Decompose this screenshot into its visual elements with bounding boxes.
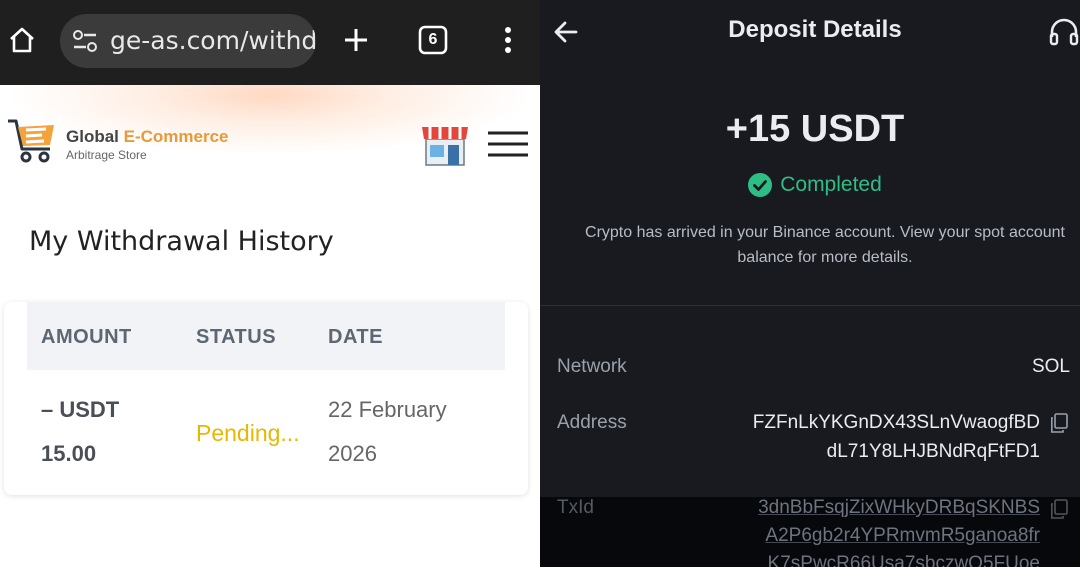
txid-link-line3[interactable]: K7sPwcR66Usa7sbczwO5FUoe xyxy=(768,553,1040,567)
date-year: 2026 xyxy=(328,441,377,466)
deposit-details-screen: Deposit Details +15 USDT Completed Crypt… xyxy=(540,0,1080,567)
browser-toolbar: ge-as.com/withd 6 xyxy=(0,0,540,85)
hamburger-menu-icon[interactable] xyxy=(488,130,528,158)
divider xyxy=(540,305,1080,306)
home-icon[interactable] xyxy=(4,22,40,58)
copy-address-icon[interactable] xyxy=(1050,413,1068,433)
table-header: AMOUNT STATUS DATE xyxy=(27,302,505,370)
address-bar[interactable]: ge-as.com/withd xyxy=(60,14,316,68)
copy-txid-icon[interactable] xyxy=(1050,499,1068,519)
deposit-amount: +15 USDT xyxy=(725,108,905,150)
new-tab-icon[interactable] xyxy=(338,22,374,58)
column-header-date: DATE xyxy=(328,326,383,348)
column-header-amount: AMOUNT xyxy=(41,326,132,348)
check-circle-icon xyxy=(748,173,773,197)
txid-link-line2[interactable]: A2P6gb2r4YPRmvmR5ganoa8fr xyxy=(765,525,1040,547)
status-text: Completed xyxy=(780,173,882,196)
network-label: Network xyxy=(557,356,627,377)
brand-tagline: Arbitrage Store xyxy=(66,148,147,162)
store-icon[interactable] xyxy=(420,121,470,167)
withdrawal-page: ge-as.com/withd 6 Global E-Commerce Arbi… xyxy=(0,0,540,567)
tab-switcher-button[interactable]: 6 xyxy=(416,23,450,57)
site-header: Global E-Commerce Arbitrage Store xyxy=(0,85,540,200)
history-title-card: My Withdrawal History xyxy=(5,200,528,297)
txid-label: TxId xyxy=(557,497,594,518)
network-value: SOL xyxy=(1031,356,1070,377)
amount-cell: – USDT xyxy=(41,397,120,422)
status-description: Crypto has arrived in your Binance accou… xyxy=(585,224,1065,266)
more-options-icon[interactable] xyxy=(496,22,520,58)
url-text[interactable]: ge-as.com/withd xyxy=(110,26,316,55)
headset-support-icon[interactable] xyxy=(1048,17,1080,47)
screen-title: Deposit Details xyxy=(728,16,902,43)
site-settings-icon[interactable] xyxy=(72,29,98,53)
brand-name: Global E-Commerce xyxy=(66,127,229,146)
address-label: Address xyxy=(557,412,627,433)
column-header-status: STATUS xyxy=(196,326,277,348)
withdrawal-table: AMOUNT STATUS DATE – USDT 15.00 Pending.… xyxy=(4,302,528,495)
status-badge: Pending... xyxy=(196,420,300,446)
address-value-line1: FZFnLkYKGnDX43SLnVwaogfBD xyxy=(752,412,1040,433)
txid-link-line1[interactable]: 3dnBbFsqjZixWHkyDRBqSKNBS xyxy=(758,497,1040,519)
shopping-cart-logo-icon[interactable] xyxy=(6,113,58,165)
amount-value: 15.00 xyxy=(41,441,97,466)
date-cell: 22 February xyxy=(328,397,447,422)
address-value-line2: dL71Y8LHJBNdRqFtFD1 xyxy=(826,441,1040,462)
page-title: My Withdrawal History xyxy=(29,226,334,257)
tab-count: 6 xyxy=(428,31,438,48)
status-row: Completed xyxy=(540,173,1080,197)
